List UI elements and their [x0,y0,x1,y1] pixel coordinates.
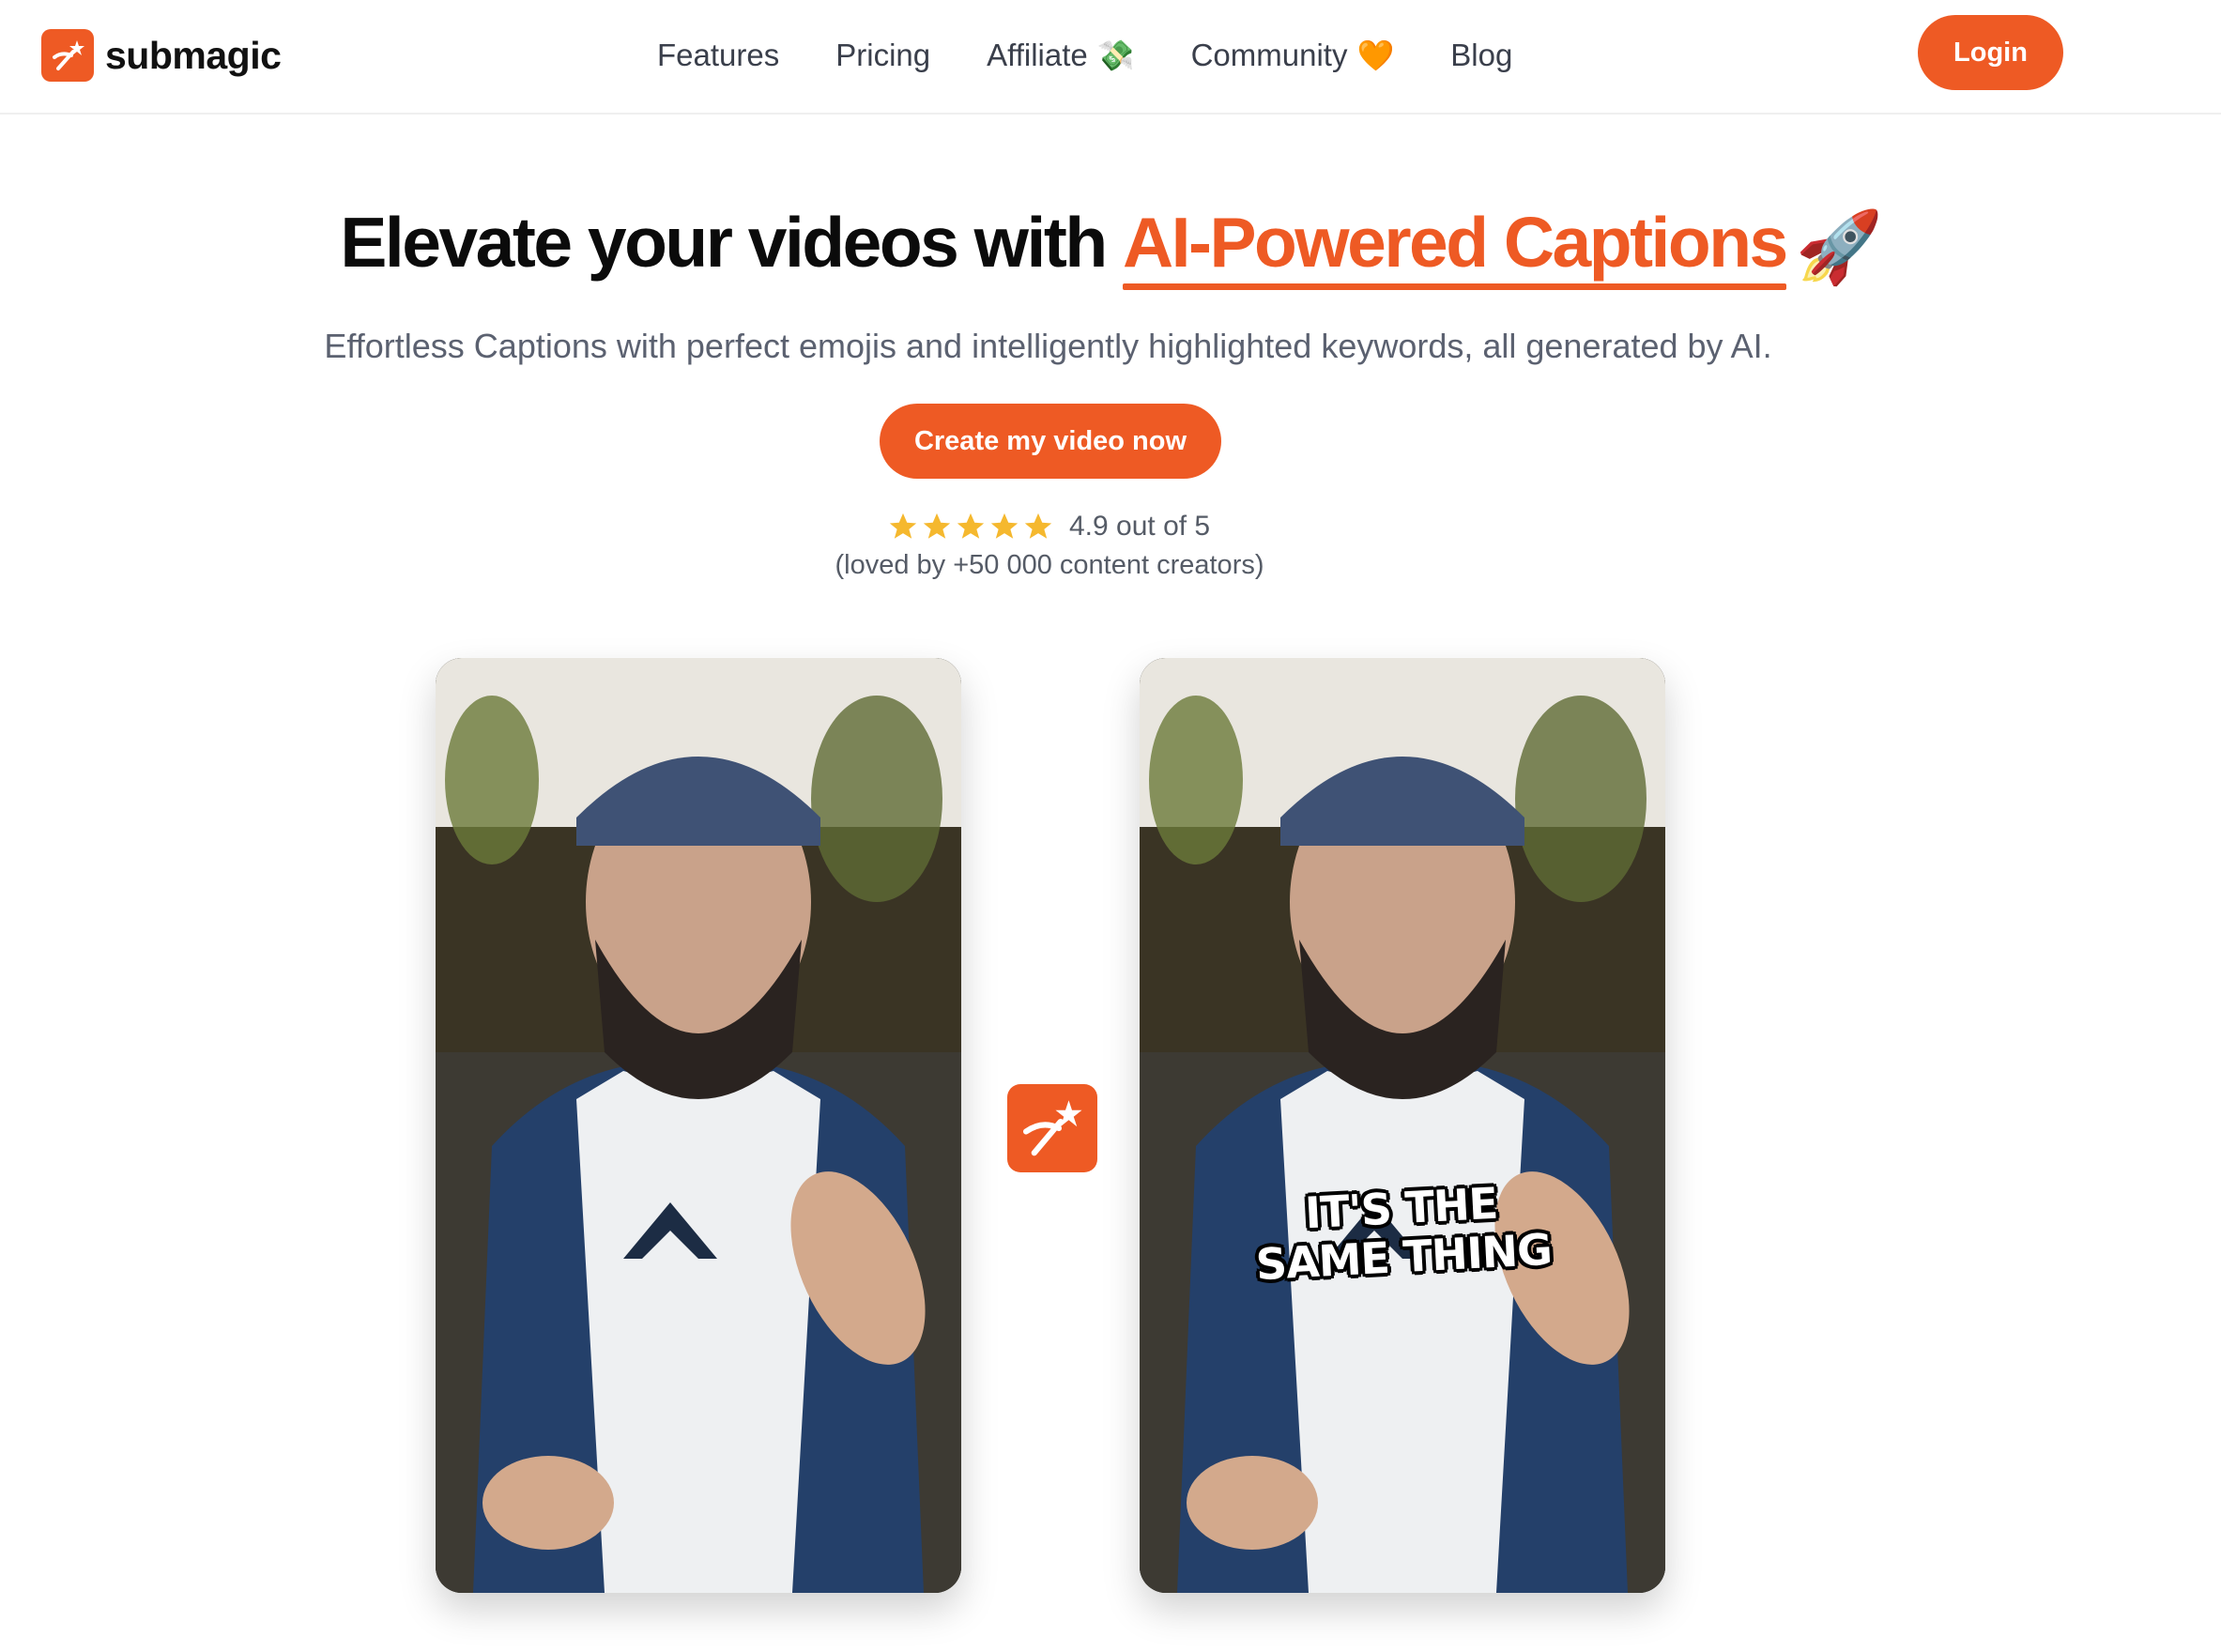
star-icon [990,512,1019,539]
nav-blog-label: Blog [1450,38,1513,72]
star-icon [923,512,951,539]
video-before-frame [436,658,961,1593]
star-icon [889,512,917,539]
star-icon [1024,512,1052,539]
login-button[interactable]: Login [1918,15,2063,90]
nav-community[interactable]: Community 🧡 [1191,38,1395,73]
hero-title-prefix: Elevate your videos with [340,203,1123,282]
hero-title-accent: AI-Powered Captions [1122,203,1788,290]
brand-name: submagic [105,33,282,77]
magic-wand-icon [41,29,94,82]
rating-loved-text: (loved by +50 000 content creators) [835,550,1264,580]
nav-pricing[interactable]: Pricing [835,38,930,73]
submagic-transform-icon [1007,1084,1097,1172]
nav-affiliate[interactable]: Affiliate 💸 [987,38,1134,73]
nav-features-label: Features [657,38,780,72]
star-rating [887,511,1056,543]
main-nav: Features Pricing Affiliate 💸 Community 🧡… [657,28,1569,83]
brand-logo[interactable]: submagic [41,28,282,83]
nav-blog[interactable]: Blog [1450,38,1512,73]
orange-heart-icon: 🧡 [1356,38,1395,72]
create-video-button[interactable]: Create my video now [880,404,1221,479]
rating-row: 4.9 out of 5 [887,510,1210,543]
rating-score: 4.9 out of 5 [1069,511,1211,542]
site-header: submagic Features Pricing Affiliate 💸 Co… [0,0,2221,115]
nav-affiliate-label: Affiliate [987,38,1088,72]
video-after-frame [1140,658,1665,1593]
nav-features[interactable]: Features [657,38,779,73]
rocket-icon: 🚀 [1795,207,1883,287]
hero-subtitle: Effortless Captions with perfect emojis … [324,327,1772,365]
nav-community-label: Community [1190,38,1348,72]
nav-pricing-label: Pricing [835,38,931,72]
star-icon [957,512,985,539]
hero-title: Elevate your videos with AI-Powered Capt… [0,202,2221,290]
money-wings-icon: 💸 [1096,38,1135,72]
video-before-preview[interactable] [436,658,961,1593]
video-after-preview[interactable]: IT'S THE SAME THING [1140,658,1665,1593]
